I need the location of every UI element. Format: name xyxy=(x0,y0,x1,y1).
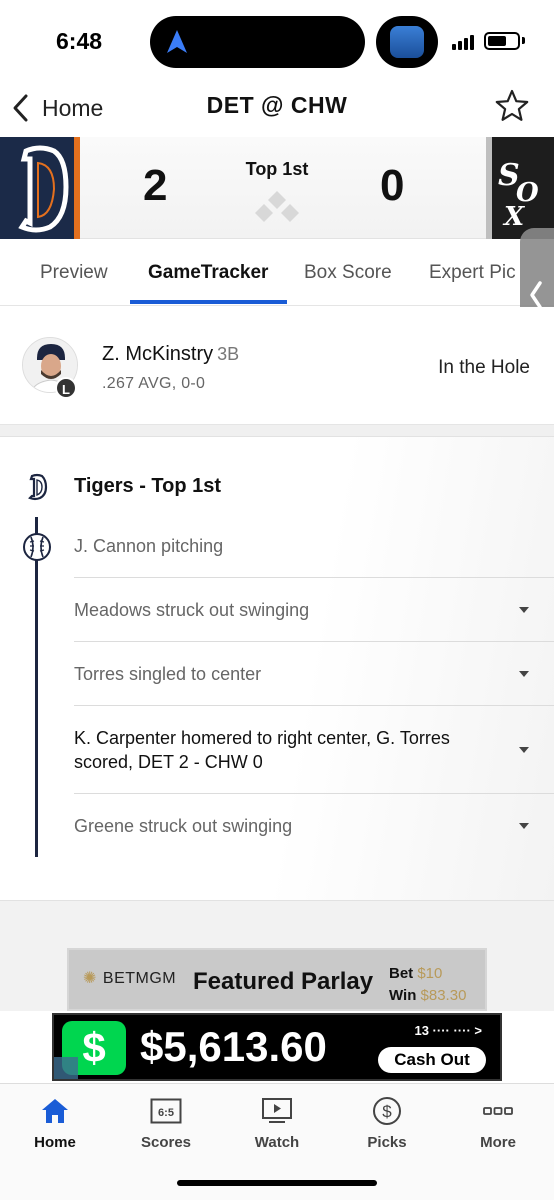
caret-down-icon xyxy=(519,747,529,753)
ad-choices-icon[interactable] xyxy=(54,1057,78,1079)
white-sox-logo-icon: S O X xyxy=(486,137,554,239)
play-row[interactable]: Greene struck out swinging xyxy=(74,793,554,857)
live-activity-pill[interactable] xyxy=(376,16,438,68)
tigers-d-logo-icon xyxy=(0,137,80,239)
timeline-line xyxy=(35,517,38,857)
play-text: K. Carpenter homered to right center, G.… xyxy=(74,728,450,772)
nav-scores[interactable]: 6:5 Scores xyxy=(116,1096,216,1151)
lion-icon: ✺ xyxy=(83,970,97,987)
active-tab-indicator xyxy=(130,300,287,304)
battery-icon xyxy=(484,32,520,50)
pitcher-label: J. Cannon pitching xyxy=(74,536,224,556)
picks-icon: $ xyxy=(373,1097,401,1125)
play-text: Greene struck out swinging xyxy=(74,816,293,836)
tab-box-score[interactable]: Box Score xyxy=(304,262,392,284)
nav-label: Picks xyxy=(367,1134,407,1151)
watch-icon xyxy=(262,1098,292,1123)
svg-text:$: $ xyxy=(382,1102,392,1121)
batter-name-line: Z. McKinstry 3B xyxy=(102,343,239,366)
inning-label: Top 1st xyxy=(245,159,309,179)
nav-home[interactable]: Home xyxy=(5,1096,105,1151)
nav-more[interactable]: More xyxy=(448,1096,548,1151)
batter-stats: .267 AVG, 0-0 xyxy=(102,375,206,392)
tigers-logo-icon xyxy=(28,473,48,501)
home-team-logo[interactable]: S O X xyxy=(486,137,554,239)
status-bar: 6:48 xyxy=(0,0,554,80)
page-title: DET @ CHW xyxy=(206,92,348,118)
nav-label: More xyxy=(480,1134,516,1151)
nav-watch[interactable]: Watch xyxy=(227,1096,327,1151)
tab-gametracker[interactable]: GameTracker xyxy=(148,262,268,284)
batter-position: 3B xyxy=(217,344,240,364)
chevron-left-icon xyxy=(530,281,542,309)
nav-label: Watch xyxy=(254,1134,300,1151)
play-row-scoring[interactable]: K. Carpenter homered to right center, G.… xyxy=(74,705,554,793)
svg-text:X: X xyxy=(502,202,526,232)
favorite-star-icon[interactable] xyxy=(494,88,530,124)
cash-amount: $5,613.60 xyxy=(140,1023,327,1070)
batter-status: In the Hole xyxy=(438,357,530,378)
svg-text:6:5: 6:5 xyxy=(158,1107,174,1119)
more-icon xyxy=(483,1107,513,1115)
caret-down-icon xyxy=(519,671,529,677)
betmgm-logo: ✺ BETMGM xyxy=(83,970,177,987)
baseball-icon xyxy=(23,533,51,561)
scoreboard: 2 Top 1st 0 S O X xyxy=(0,137,554,239)
bet-win-values: Bet $10 Win $83.30 xyxy=(389,965,467,1004)
batter-name: Z. McKinstry xyxy=(102,343,214,365)
cellular-signal-icon xyxy=(452,34,478,50)
dynamic-island[interactable] xyxy=(150,16,365,68)
game-header: Home DET @ CHW xyxy=(0,80,554,136)
cash-out-button[interactable]: Cash Out xyxy=(378,1047,486,1073)
home-score: 0 xyxy=(380,161,405,210)
battery-tip xyxy=(522,37,525,44)
tab-expert-picks[interactable]: Expert Pic xyxy=(429,262,516,284)
section-divider xyxy=(0,425,554,437)
tab-preview[interactable]: Preview xyxy=(40,262,108,284)
scores-icon: 6:5 xyxy=(150,1098,182,1124)
home-icon xyxy=(42,1099,68,1123)
caret-down-icon xyxy=(519,607,529,613)
half-inning-title: Tigers - Top 1st xyxy=(74,475,222,497)
play-text: Meadows struck out swinging xyxy=(74,600,310,620)
app-thumbnail-icon xyxy=(390,26,424,58)
navigation-arrow-icon xyxy=(167,30,187,53)
bases-diamond-icon xyxy=(255,191,299,222)
current-batter-card[interactable]: L Z. McKinstry 3B .267 AVG, 0-0 In the Ho… xyxy=(0,307,554,425)
cash-app-banner[interactable]: $ $5,613.60 13 ···· ···· > Cash Out xyxy=(52,1013,502,1081)
caret-down-icon xyxy=(519,823,529,829)
play-row[interactable]: Torres singled to center xyxy=(74,641,554,705)
play-row[interactable]: Meadows struck out swinging xyxy=(74,577,554,641)
play-text: Torres singled to center xyxy=(74,664,262,684)
nav-picks[interactable]: $ Picks xyxy=(337,1096,437,1151)
bats-hand-badge: L xyxy=(55,377,77,399)
tab-bar: Preview GameTracker Box Score Expert Pic xyxy=(0,240,554,306)
ad-area: ✺ BETMGM Featured Parlay Bet $10 Win $83.… xyxy=(0,901,554,1011)
cash-meta: 13 ···· ···· > xyxy=(414,1023,482,1038)
away-team-logo[interactable] xyxy=(0,137,80,239)
home-indicator[interactable] xyxy=(177,1180,377,1186)
status-time: 6:48 xyxy=(56,28,103,54)
featured-parlay-card[interactable]: ✺ BETMGM Featured Parlay Bet $10 Win $83.… xyxy=(67,948,487,1011)
play-by-play: Tigers - Top 1st J. Cannon pitching Mead… xyxy=(0,437,554,901)
nav-label: Scores xyxy=(140,1134,192,1151)
ad-title: Featured Parlay xyxy=(193,968,374,995)
nav-label: Home xyxy=(34,1134,76,1151)
